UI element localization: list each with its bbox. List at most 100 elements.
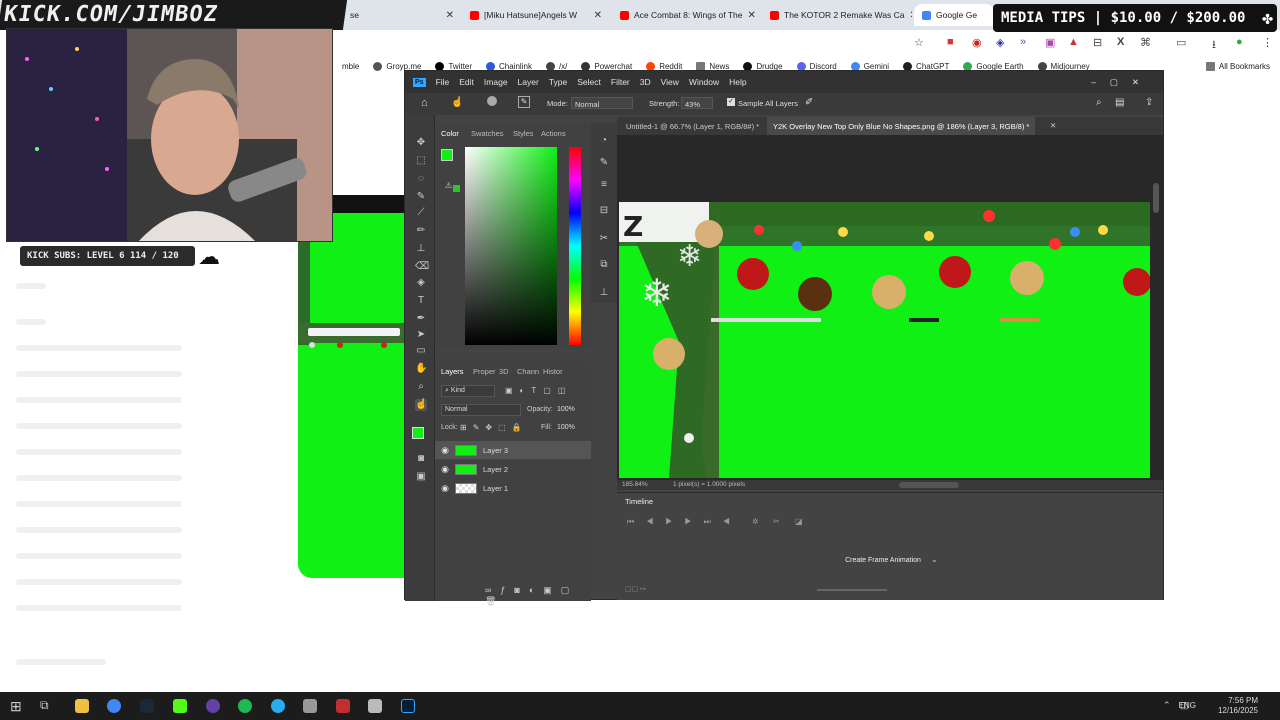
browser-tab[interactable]: se ✕ xyxy=(342,4,462,26)
hand-tool-icon[interactable]: ✋ xyxy=(415,363,427,375)
vertical-scrollbar[interactable] xyxy=(1153,183,1159,213)
close-icon[interactable]: ✕ xyxy=(446,10,454,21)
close-icon[interactable]: ✕ xyxy=(909,10,912,21)
windows-start-icon[interactable]: ⊞ xyxy=(10,698,22,715)
hue-slider[interactable] xyxy=(569,147,581,345)
screen-mode-icon[interactable]: ▣ xyxy=(415,471,427,483)
menu-filter[interactable]: Filter xyxy=(611,77,630,87)
chrome-icon[interactable] xyxy=(107,699,121,713)
marquee-tool-icon[interactable]: ⬚ xyxy=(415,155,427,167)
blend-mode-select[interactable]: Normal xyxy=(441,404,521,416)
layer-row[interactable]: ◉ Layer 2 xyxy=(435,460,591,478)
tab-properties[interactable]: Proper xyxy=(473,367,496,376)
download-icon[interactable]: ⭳ xyxy=(1212,36,1216,55)
menu-edit[interactable]: Edit xyxy=(459,77,474,87)
pen-tool-icon[interactable]: ✒ xyxy=(415,313,427,325)
gradient-tool-icon[interactable]: ◈ xyxy=(415,277,427,289)
mode-select[interactable]: Normal xyxy=(571,97,633,109)
path-select-icon[interactable]: ➤ xyxy=(415,329,427,341)
menu-view[interactable]: View xyxy=(661,77,679,87)
type-tool-icon[interactable]: T xyxy=(415,295,427,307)
language-indicator[interactable]: ENG xyxy=(1179,701,1196,710)
layer-row[interactable]: ◉ Layer 1 xyxy=(435,479,591,497)
brush-tool-icon[interactable]: ✏ xyxy=(415,225,427,237)
workspace-icon[interactable]: ▤ xyxy=(1115,97,1124,108)
quick-mask-icon[interactable]: ◙ xyxy=(415,453,427,465)
bookmark-item[interactable]: mble xyxy=(342,62,359,71)
star-icon[interactable]: ☆ xyxy=(914,36,924,49)
document-canvas[interactable]: Z ❄ ❄ xyxy=(619,202,1150,478)
doc-tab-active[interactable]: Y2K Overlay New Top Only Blue No Shapes.… xyxy=(767,117,1036,135)
menu-layer[interactable]: Layer xyxy=(518,77,539,87)
eyedropper-tool-icon[interactable]: ⟋ xyxy=(415,207,427,219)
eye-icon[interactable]: ◉ xyxy=(435,445,455,456)
brush-settings-icon[interactable]: ✎ xyxy=(598,157,610,169)
zoom-tool-icon[interactable]: ⌕ xyxy=(415,381,427,393)
clock[interactable]: 7:56 PM 12/16/2025 xyxy=(1218,696,1258,716)
browser-tab[interactable]: The KOTOR 2 Remake Was Ca ✕ xyxy=(762,4,912,26)
layer-actions[interactable]: ∞ƒ◙◐▣▢🗑 xyxy=(485,585,591,607)
file-explorer-icon[interactable] xyxy=(75,699,89,713)
spotify-icon[interactable] xyxy=(238,699,252,713)
lock-icons[interactable]: ⊞✎✥⬚🔒 xyxy=(460,423,528,432)
web-safe-swatch[interactable] xyxy=(453,185,460,192)
eraser-tool-icon[interactable]: ⌫ xyxy=(415,261,429,273)
extension-icon[interactable]: » xyxy=(1020,36,1026,48)
extension-icon[interactable]: ▣ xyxy=(1045,36,1055,49)
close-icon[interactable]: ✕ xyxy=(748,10,756,21)
browser-tab-active[interactable]: Google Ge xyxy=(914,4,994,26)
menu-type[interactable]: Type xyxy=(549,77,567,87)
foreground-color-swatch[interactable] xyxy=(441,149,453,161)
scissors-icon[interactable]: ✂ xyxy=(773,517,780,526)
extension-icon[interactable]: ◉ xyxy=(972,36,982,49)
x-icon[interactable]: X xyxy=(1117,36,1124,48)
tab-swatches[interactable]: Swatches xyxy=(471,129,504,138)
brush-preset-icon[interactable] xyxy=(487,96,497,106)
stamp-tool-icon[interactable]: ⊥ xyxy=(415,243,427,255)
zoom-level[interactable]: 185.84% xyxy=(622,481,648,488)
tab-3d[interactable]: 3D xyxy=(499,367,509,376)
image-icon[interactable]: ⧉ xyxy=(598,259,610,271)
tools-icon[interactable]: ✂ xyxy=(598,233,610,245)
browser-tab[interactable]: Ace Combat 8: Wings of The ✕ xyxy=(612,4,760,26)
app-icon[interactable] xyxy=(368,699,382,713)
eye-icon[interactable]: ◉ xyxy=(435,483,455,494)
quick-select-icon[interactable]: ✎ xyxy=(415,191,427,203)
tab-color[interactable]: Color xyxy=(441,129,459,138)
tab-channels[interactable]: Chann xyxy=(517,367,539,376)
menu-3d[interactable]: 3D xyxy=(640,77,651,87)
task-view-icon[interactable]: ⧉ xyxy=(40,698,49,713)
telegram-icon[interactable] xyxy=(271,699,285,713)
extension-icon[interactable]: ◈ xyxy=(996,36,1004,49)
move-tool-icon[interactable]: ✥ xyxy=(415,137,427,149)
obs-icon[interactable] xyxy=(206,699,220,713)
fill-input[interactable]: 100% xyxy=(557,424,575,431)
opacity-input[interactable]: 100% xyxy=(557,406,575,413)
transition-icon[interactable]: ◪ xyxy=(795,517,803,526)
sidepanel-icon[interactable]: ▭ xyxy=(1176,36,1186,49)
finger-painting-icon[interactable]: ✐ xyxy=(805,97,813,108)
extension-icon[interactable]: ⊟ xyxy=(1093,36,1102,49)
kind-filter[interactable]: ⌕ Kind xyxy=(441,385,495,397)
sample-all-checkbox[interactable]: ✓ xyxy=(727,98,735,106)
app-icon[interactable] xyxy=(303,699,317,713)
color-field[interactable] xyxy=(465,147,557,345)
settings-icon[interactable]: ✲ xyxy=(752,517,759,526)
menu-select[interactable]: Select xyxy=(577,77,601,87)
horizontal-scrollbar[interactable] xyxy=(899,482,959,488)
kick-icon[interactable] xyxy=(173,699,187,713)
strength-input[interactable]: 43% xyxy=(681,97,713,109)
layer-row[interactable]: ◉ Layer 3 xyxy=(435,441,591,459)
close-icon[interactable]: ✕ xyxy=(1050,121,1056,130)
clone-source-icon[interactable]: ⊥ xyxy=(598,287,610,299)
all-bookmarks[interactable]: All Bookmarks xyxy=(1205,61,1270,71)
extension-icon[interactable]: ▲ xyxy=(1068,36,1079,48)
menu-window[interactable]: Window xyxy=(689,77,719,87)
foreground-color-swatch[interactable] xyxy=(412,427,424,439)
steam-icon[interactable] xyxy=(140,699,154,713)
history-icon[interactable]: ◔ xyxy=(598,135,610,147)
browser-tab[interactable]: [Miku Hatsune]Angels W ✕ xyxy=(462,4,610,26)
profile-icon[interactable]: ● xyxy=(1236,36,1243,48)
doc-tab[interactable]: Untitled-1 @ 66.7% (Layer 1, RGB/8#) * xyxy=(626,122,759,131)
properties-icon[interactable]: ⊟ xyxy=(598,205,610,217)
